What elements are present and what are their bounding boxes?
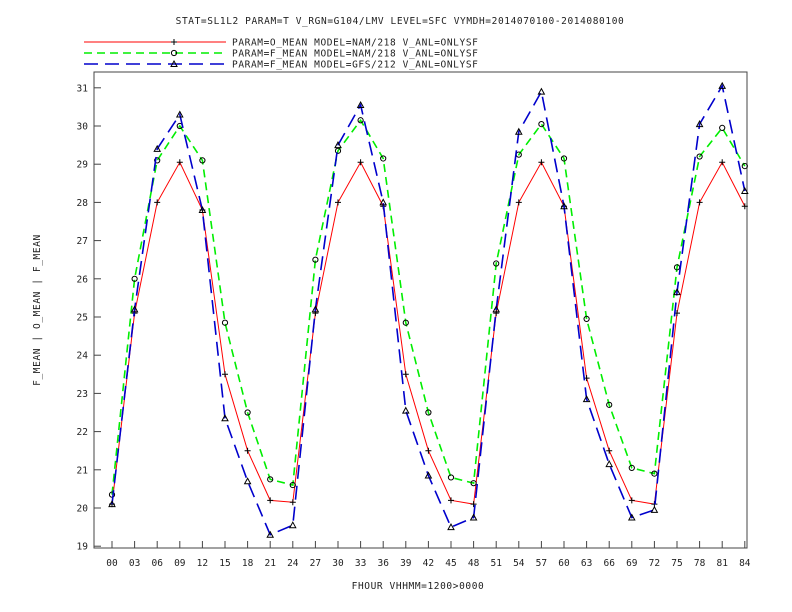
legend-entry: PARAM=O_MEAN MODEL=NAM/218 V_ANL=ONLYSF	[84, 38, 478, 49]
chart-title: STAT=SL1L2 PARAM=T V_RGN=G104/LMV LEVEL=…	[176, 16, 625, 27]
obs-mean-nam-point	[244, 447, 251, 454]
obs-mean-nam-point	[402, 371, 409, 378]
x-axis-label: FHOUR VHHMM=1200>0000	[352, 581, 485, 592]
fcst-mean-nam-point	[538, 120, 545, 128]
series-layer	[108, 81, 749, 538]
fcst-mean-gfs-point	[288, 521, 297, 529]
x-tick-label: 84	[739, 558, 751, 569]
obs-mean-nam-point	[222, 371, 228, 378]
x-tick-label: 45	[445, 558, 456, 569]
y-axis-label: F_MEAN | O_MEAN | F_MEAN	[32, 234, 43, 386]
x-tick-label: 27	[310, 558, 321, 569]
x-tick-label: 30	[332, 558, 344, 569]
fcst-mean-nam-point	[719, 124, 726, 132]
fcst-mean-gfs-point	[243, 477, 252, 485]
legend-entry: PARAM=F_MEAN MODEL=GFS/212 V_ANL=ONLYSF	[84, 60, 478, 71]
y-tick-label: 22	[77, 427, 88, 438]
y-tick-label: 19	[77, 542, 89, 553]
obs-mean-nam-point	[289, 499, 296, 506]
x-tick-label: 60	[558, 558, 570, 569]
y-tick-label: 30	[77, 122, 89, 133]
legend-entry: PARAM=F_MEAN MODEL=NAM/218 V_ANL=ONLYSF	[84, 49, 478, 60]
x-tick-label: 39	[400, 558, 412, 569]
obs-mean-nam-point	[267, 497, 274, 504]
line-chart: STAT=SL1L2 PARAM=T V_RGN=G104/LMV LEVEL=…	[32, 16, 751, 592]
x-tick-label: 66	[603, 558, 615, 569]
x-tick-label: 57	[536, 558, 547, 569]
fcst-mean-gfs-series	[108, 81, 749, 538]
x-tick-label: 36	[377, 558, 389, 569]
x-tick-label: 75	[671, 558, 682, 569]
x-tick-label: 42	[423, 558, 434, 569]
x-tick-label: 15	[219, 558, 230, 569]
x-tick-label: 81	[716, 558, 728, 569]
x-tick-label: 54	[513, 558, 525, 569]
x-tick-label: 69	[626, 558, 638, 569]
x-tick-label: 21	[264, 558, 276, 569]
x-tick-label: 48	[468, 558, 480, 569]
fcst-mean-gfs-point	[605, 460, 614, 468]
fcst-mean-nam-series	[108, 117, 748, 498]
legend-marker	[171, 39, 177, 45]
x-tick-label: 00	[106, 558, 118, 569]
y-tick-label: 28	[77, 198, 89, 209]
y-axis: 19 20 21 22 23 24 25 26 27 28 29 30 31	[77, 83, 101, 553]
x-tick-label: 78	[694, 558, 706, 569]
x-tick-label: 33	[355, 558, 366, 569]
x-tick-label: 06	[151, 558, 163, 569]
x-tick-label: 09	[174, 558, 186, 569]
obs-mean-nam-point	[628, 497, 635, 504]
y-tick-label: 24	[77, 351, 89, 362]
obs-mean-nam-point	[719, 159, 726, 166]
legend-label: PARAM=F_MEAN MODEL=NAM/218 V_ANL=ONLYSF	[232, 49, 478, 60]
obs-mean-nam-point	[176, 159, 183, 166]
obs-mean-nam-point	[448, 497, 454, 504]
y-tick-label: 31	[77, 83, 89, 94]
obs-mean-nam-point	[154, 199, 161, 206]
x-axis: 00 03 06 09 12 15 18 21 24 27 30 33 36 39 42 45 48 51 54 57…	[106, 541, 751, 569]
obs-mean-nam-point	[515, 199, 522, 206]
fcst-mean-gfs-point	[447, 523, 455, 531]
obs-mean-nam-point	[357, 159, 364, 166]
plot-frame	[93, 71, 748, 549]
x-tick-label: 18	[242, 558, 254, 569]
fcst-mean-gfs-point	[650, 505, 659, 513]
fcst-mean-nam-series-line	[111, 118, 746, 495]
y-tick-label: 23	[77, 389, 88, 400]
y-tick-label: 29	[77, 160, 89, 171]
y-tick-label: 27	[77, 236, 88, 247]
x-tick-label: 03	[129, 558, 140, 569]
obs-mean-nam-point	[335, 199, 341, 206]
obs-mean-nam-point	[425, 447, 432, 454]
x-tick-label: 51	[490, 558, 502, 569]
legend-label: PARAM=F_MEAN MODEL=GFS/212 V_ANL=ONLYSF	[232, 60, 478, 71]
obs-mean-nam-point	[696, 199, 703, 206]
obs-mean-nam-point	[538, 159, 545, 166]
obs-mean-nam-point	[470, 501, 477, 508]
y-tick-label: 20	[77, 504, 89, 515]
x-tick-label: 12	[197, 558, 208, 569]
x-tick-label: 63	[581, 558, 592, 569]
legend-label: PARAM=O_MEAN MODEL=NAM/218 V_ANL=ONLYSF	[232, 38, 478, 49]
y-tick-label: 25	[77, 313, 88, 324]
fcst-mean-gfs-point	[537, 87, 546, 95]
obs-mean-nam-point	[606, 447, 613, 454]
x-tick-label: 24	[287, 558, 299, 569]
legend: PARAM=O_MEAN MODEL=NAM/218 V_ANL=ONLYSFP…	[84, 38, 478, 71]
fcst-mean-gfs-series-line	[111, 83, 746, 536]
y-tick-label: 26	[77, 274, 89, 285]
x-tick-label: 72	[649, 558, 660, 569]
y-tick-label: 21	[77, 465, 89, 476]
